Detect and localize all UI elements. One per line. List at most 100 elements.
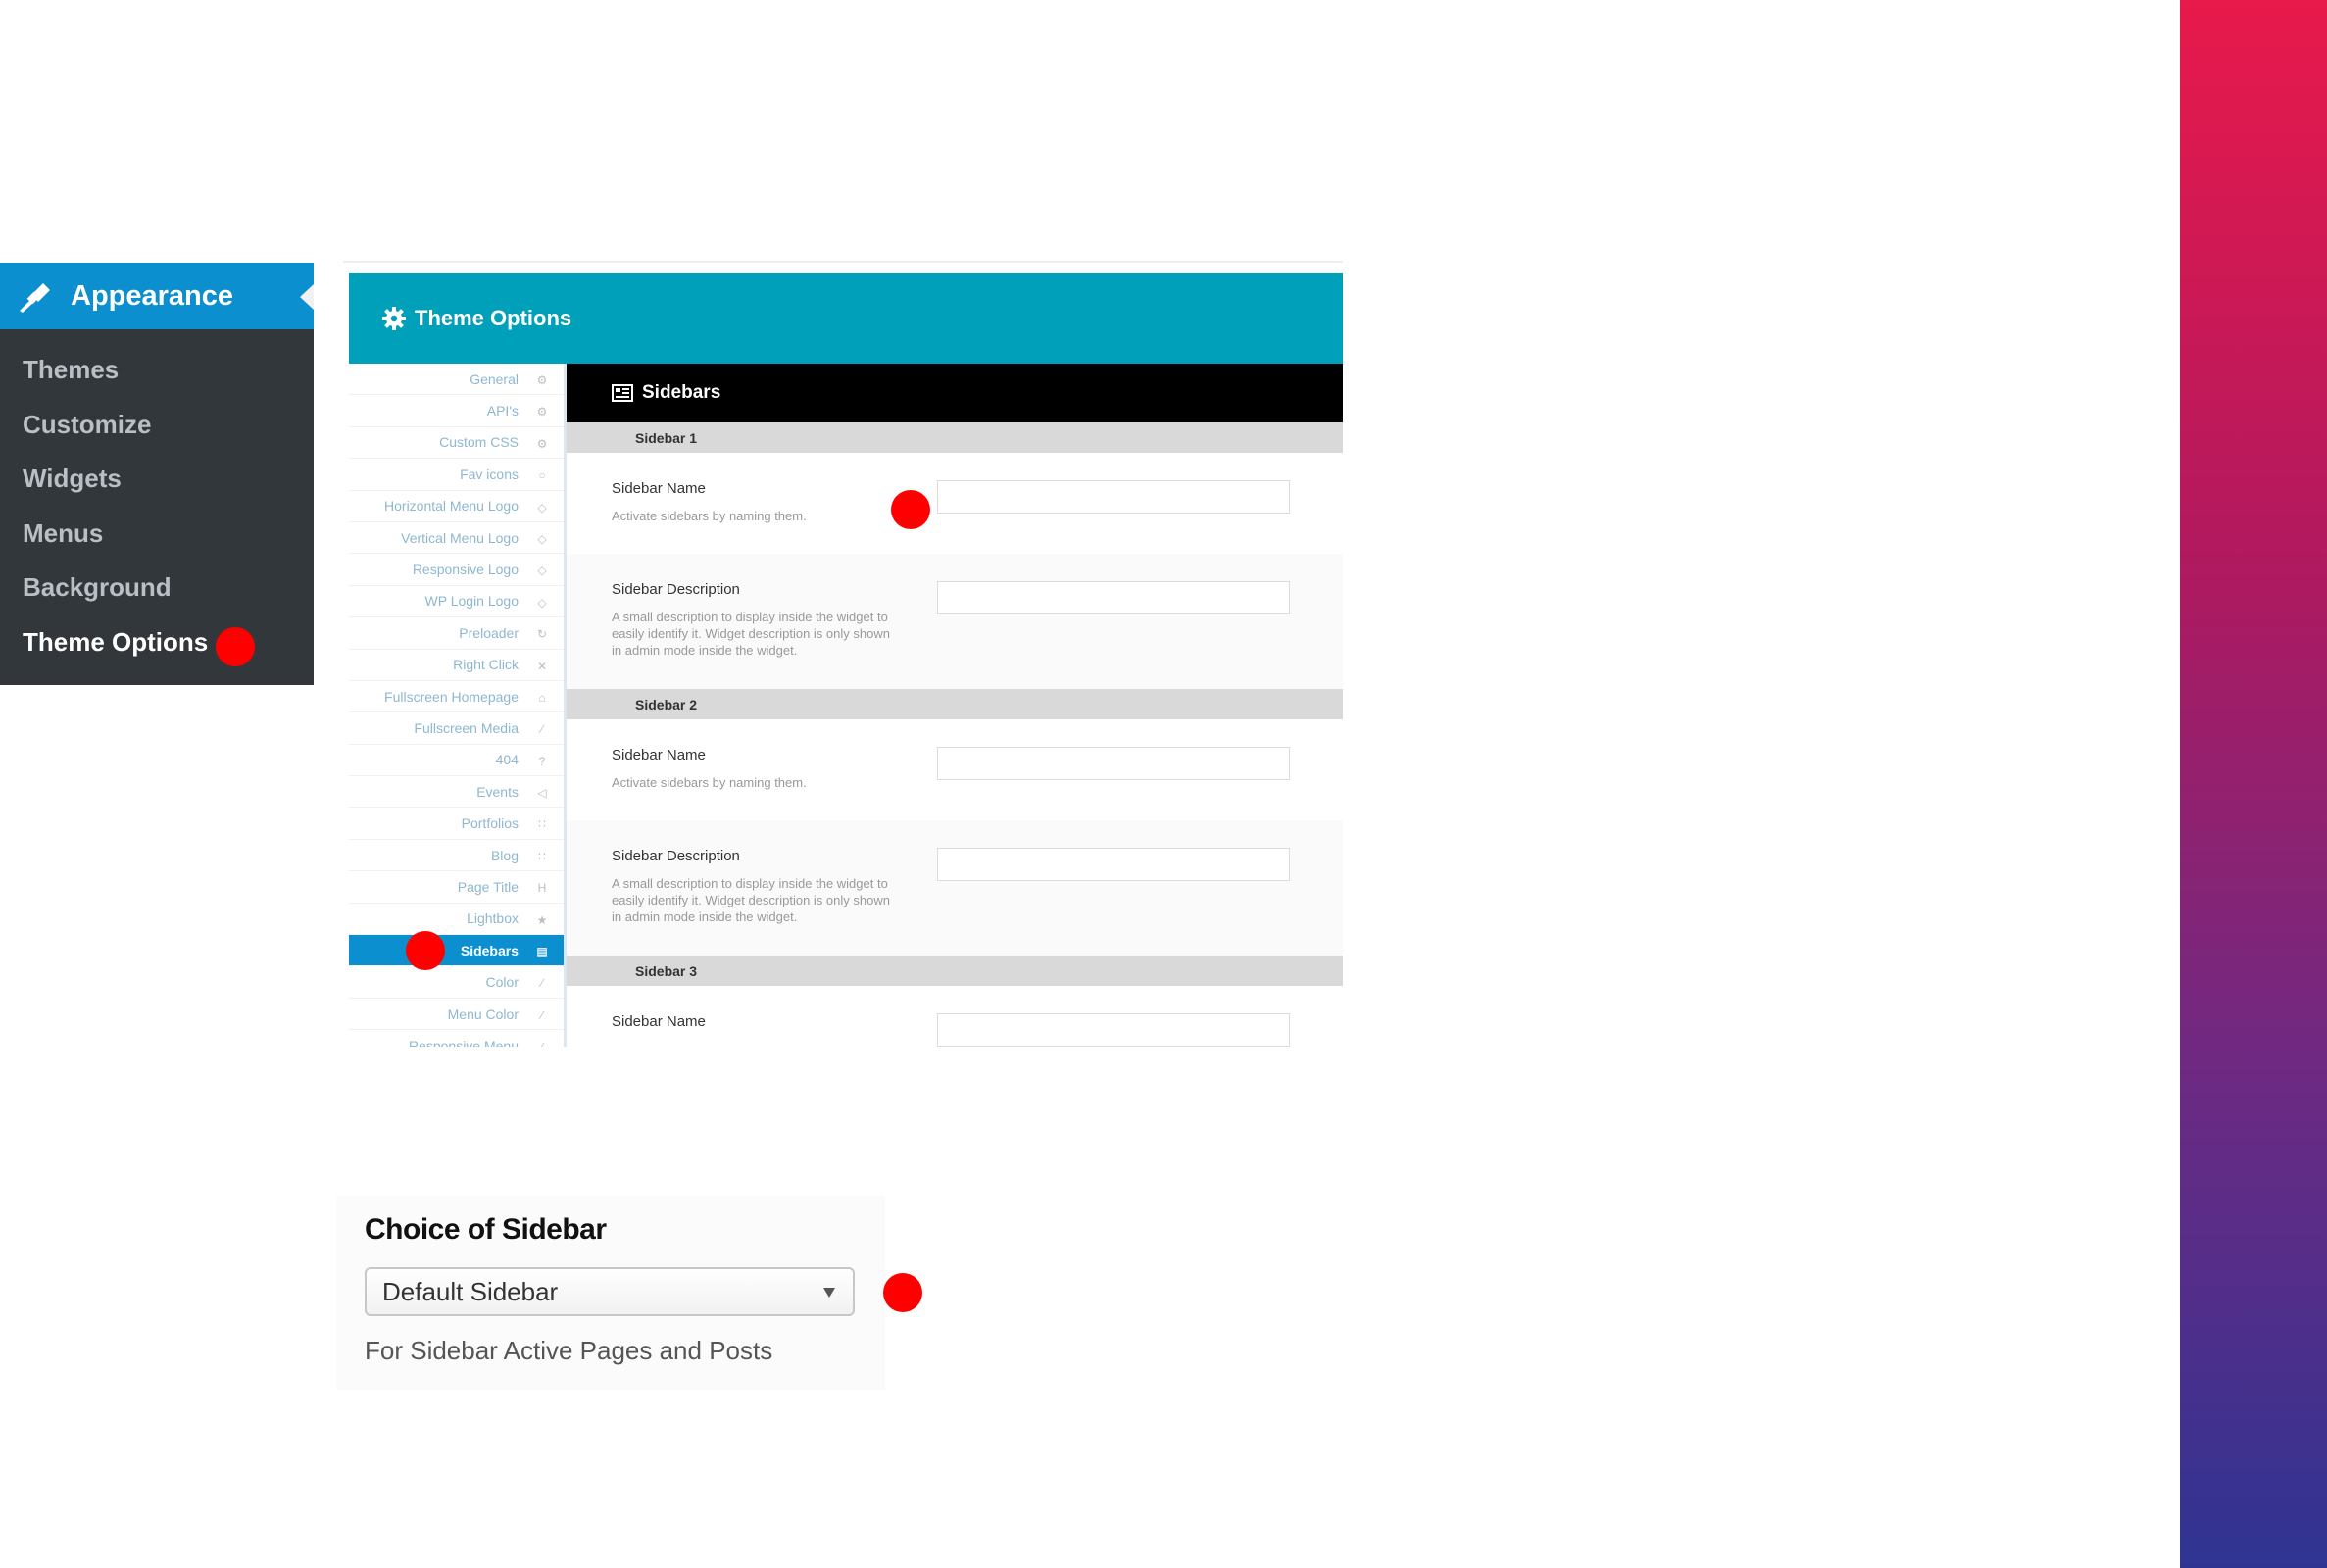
paintbrush-icon — [20, 283, 50, 313]
submenu-item-menus[interactable]: Menus — [0, 507, 314, 562]
theme-options-nav: General ⚙ API's ⚙ Custom CSS ⚙ Fav icons ○ Horiz… — [349, 364, 567, 1047]
brush-icon: ∕ — [540, 1007, 543, 1022]
nav-item-label: Color — [485, 974, 519, 991]
nav-item-404[interactable]: 404? — [349, 745, 564, 777]
nav-item-label: Right Click — [453, 657, 519, 673]
sidebar-icon — [612, 384, 633, 402]
gear-icon: ⚙ — [536, 373, 548, 387]
diamond-icon: ◇ — [537, 531, 547, 546]
nav-item-label: 404 — [495, 752, 519, 768]
sidebar-select-value: Default Sidebar — [382, 1276, 559, 1306]
nav-item-api-s[interactable]: API's ⚙ — [349, 395, 564, 427]
nav-item-right-click[interactable]: Right Click ✕ — [349, 650, 564, 681]
nav-item-page-title[interactable]: Page Title H — [349, 871, 564, 904]
sidebars-section: Sidebars Sidebar 1 Sidebar Name Activate… — [567, 364, 1343, 1047]
sidebar-description-input[interactable] — [937, 848, 1290, 881]
refresh-icon: ↻ — [536, 627, 548, 642]
nav-item-fullscreen-homepage[interactable]: Fullscreen Homepage ⌂ — [349, 681, 564, 713]
appearance-menu-title: Appearance — [71, 279, 234, 312]
sidebar-select[interactable]: Default Sidebar — [365, 1267, 855, 1316]
red-marker-sidebar-name — [891, 490, 930, 529]
sidebar-icon: ▤ — [536, 945, 548, 959]
grid-icon: ∷ — [538, 817, 546, 832]
nav-item-events[interactable]: Events ◁ — [349, 776, 564, 808]
diamond-icon: ◇ — [537, 595, 547, 610]
theme-options-header: Theme Options — [349, 273, 1343, 364]
nav-item-label: Fullscreen Media — [414, 719, 519, 736]
sidebar-name-field: Sidebar Name Activate sidebars by naming… — [567, 453, 1343, 554]
submenu-item-background[interactable]: Background — [0, 561, 314, 615]
nav-item-sidebars[interactable]: Sidebars ▤ — [349, 935, 564, 967]
sidebar-name-input[interactable] — [937, 1013, 1290, 1047]
nav-item-blog[interactable]: Blog ∷ — [349, 840, 564, 872]
diamond-icon: ◇ — [537, 564, 547, 578]
nav-item-label: Custom CSS — [439, 434, 519, 451]
sidebar-name-field: Sidebar Name — [567, 986, 1343, 1047]
nav-item-preloader[interactable]: Preloader ↻ — [349, 617, 564, 650]
sidebar-group-title: Sidebar 2 — [567, 689, 1343, 719]
nav-item-label: Page Title — [457, 878, 519, 895]
nav-item-color[interactable]: Color ∕ — [349, 966, 564, 999]
choice-of-sidebar-box: Choice of Sidebar Default Sidebar For Si… — [336, 1196, 885, 1390]
submenu-item-widgets[interactable]: Widgets — [0, 452, 314, 507]
circle-icon: ○ — [538, 468, 546, 483]
nav-item-label: Fav icons — [460, 466, 519, 482]
nav-item-label: Preloader — [459, 624, 519, 641]
sidebar-name-desc: Activate sidebars by naming them. — [612, 775, 807, 790]
brush-icon: ∕ — [534, 1039, 550, 1047]
sidebar-description-field: Sidebar Description A small description … — [567, 820, 1343, 956]
sidebar-description-desc: A small description to display inside th… — [612, 876, 890, 924]
sidebar-name-input[interactable] — [937, 480, 1290, 514]
submenu-item-theme-options[interactable]: Theme Options — [0, 615, 314, 670]
nav-item-general[interactable]: General ⚙ — [349, 364, 564, 396]
sidebar-name-input[interactable] — [937, 747, 1290, 780]
star-icon: ★ — [536, 912, 548, 927]
nav-item-label: Vertical Menu Logo — [401, 529, 519, 546]
appearance-menu-header[interactable]: Appearance — [0, 263, 314, 329]
decorative-gradient-bar — [2180, 0, 2327, 1568]
nav-item-portfolios[interactable]: Portfolios ∷ — [349, 808, 564, 840]
sidebar-name-field: Sidebar Name Activate sidebars by naming… — [567, 719, 1343, 820]
choice-of-sidebar-help: For Sidebar Active Pages and Posts — [365, 1336, 773, 1365]
sidebar-group-title: Sidebar 3 — [567, 956, 1343, 986]
sidebars-section-title: Sidebars — [642, 382, 721, 403]
page: Appearance Themes Customize Widgets Menu… — [0, 0, 2327, 1568]
nav-item-label: Horizontal Menu Logo — [384, 498, 519, 514]
nav-item-fav-icons[interactable]: Fav icons ○ — [349, 459, 564, 491]
sidebar-description-input[interactable] — [937, 581, 1290, 614]
nav-item-label: Portfolios — [461, 815, 519, 832]
theme-options-panel: Theme Options General ⚙ API's ⚙ Custom CSS ⚙ F… — [343, 263, 1343, 1047]
red-marker-theme-options — [216, 627, 255, 666]
nav-item-responsive-logo[interactable]: Responsive Logo ◇ — [349, 554, 564, 586]
nav-item-responsive-menu[interactable]: Responsive Menu ∕ — [349, 1030, 564, 1047]
nav-item-fullscreen-media[interactable]: Fullscreen Media ∕ — [349, 712, 564, 745]
nav-item-custom-css[interactable]: Custom CSS ⚙ — [349, 427, 564, 460]
gear-icon — [382, 307, 406, 330]
nav-item-lightbox[interactable]: Lightbox ★ — [349, 904, 564, 936]
grid-icon: ∷ — [538, 849, 546, 863]
sidebar-description-field: Sidebar Description A small description … — [567, 554, 1343, 689]
appearance-menu: Appearance Themes Customize Widgets Menu… — [0, 263, 314, 685]
nav-item-wp-login-logo[interactable]: WP Login Logo ◇ — [349, 586, 564, 618]
nav-item-horizontal-menu-logo[interactable]: Horizontal Menu Logo ◇ — [349, 491, 564, 522]
nav-item-vertical-menu-logo[interactable]: Vertical Menu Logo ◇ — [349, 522, 564, 555]
submenu-item-themes[interactable]: Themes — [0, 343, 314, 398]
nav-item-label: General — [470, 370, 519, 387]
sidebars-section-header: Sidebars — [567, 364, 1343, 422]
close-icon: ✕ — [536, 659, 548, 673]
red-marker-sidebar-select — [883, 1273, 922, 1312]
choice-of-sidebar-title: Choice of Sidebar — [365, 1213, 607, 1246]
sidebar-description-label: Sidebar Description — [612, 848, 740, 864]
submenu-item-customize[interactable]: Customize — [0, 398, 314, 453]
brush-icon: ∕ — [540, 722, 543, 737]
sidebar-name-label: Sidebar Name — [612, 480, 706, 497]
chevron-down-icon — [823, 1288, 835, 1298]
brush-icon: ∕ — [540, 976, 543, 991]
red-marker-sidebars-tab — [406, 931, 445, 970]
nav-item-menu-color[interactable]: Menu Color ∕ — [349, 999, 564, 1031]
nav-item-label: Blog — [490, 847, 519, 863]
sidebar-name-desc: Activate sidebars by naming them. — [612, 509, 807, 523]
sidebar-name-label: Sidebar Name — [612, 1013, 706, 1030]
theme-options-title: Theme Options — [415, 306, 572, 330]
heading-icon: H — [537, 881, 547, 896]
